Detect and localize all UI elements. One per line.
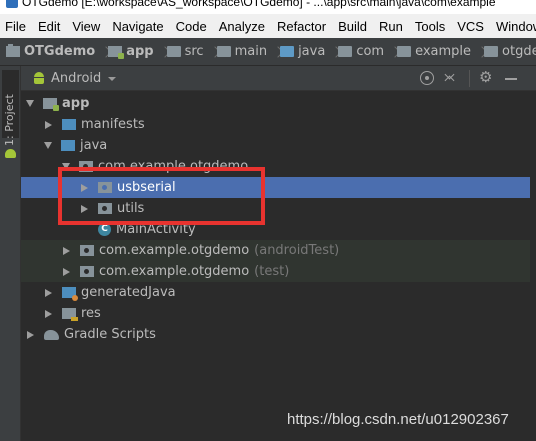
android-icon xyxy=(5,149,16,158)
tree-node-label: res xyxy=(81,306,101,321)
menu-build[interactable]: Build xyxy=(338,19,367,34)
title-bar: OTGdemo [E:\workspace\AS_workspace\OTGde… xyxy=(0,0,536,14)
tree-node-label: com.example.otgdemo xyxy=(99,264,250,279)
menu-vcs[interactable]: VCS xyxy=(457,19,484,34)
tree-node-label: com.example.otgdemo xyxy=(99,243,250,258)
tree-node-java[interactable]: java xyxy=(21,135,536,156)
breadcrumb-item-otgdemo[interactable]: OTGdemo xyxy=(6,44,95,59)
breadcrumb-item-main[interactable]: main xyxy=(216,44,268,59)
project-folder-icon xyxy=(6,44,20,57)
menu-analyze[interactable]: Analyze xyxy=(219,19,265,34)
menu-window[interactable]: Window xyxy=(496,19,536,34)
package-icon xyxy=(80,245,94,256)
breadcrumb-label: com xyxy=(356,44,385,59)
tree-node-label: generatedJava xyxy=(81,285,176,300)
folder-icon xyxy=(62,119,76,130)
menu-edit[interactable]: Edit xyxy=(38,19,60,34)
expand-arrow-icon[interactable] xyxy=(26,100,34,107)
collapse-arrow-icon[interactable] xyxy=(45,120,52,129)
breadcrumb-label: main xyxy=(234,44,268,59)
menu-tools[interactable]: Tools xyxy=(415,19,445,34)
breadcrumb-item-otgdemo-pkg[interactable]: otgdemo xyxy=(484,44,536,59)
tree-node-label: manifests xyxy=(81,117,145,132)
breadcrumb-label: otgdemo xyxy=(502,44,536,59)
tree-node-manifests[interactable]: manifests xyxy=(21,114,536,135)
project-tree: app manifests java com.example.otgdemo u… xyxy=(21,92,536,441)
scrollbar[interactable] xyxy=(530,92,536,441)
folder-icon xyxy=(166,46,181,57)
breadcrumb-label: example xyxy=(415,44,472,59)
tree-node-suffix: (androidTest) xyxy=(254,243,340,258)
tree-node-gradle-scripts[interactable]: Gradle Scripts xyxy=(21,324,536,345)
tree-node-label: app xyxy=(62,96,90,111)
collapse-arrow-icon[interactable] xyxy=(45,288,52,297)
project-panel-header: Android ⚙ xyxy=(21,66,536,91)
scroll-from-source-icon[interactable] xyxy=(420,71,434,85)
watermark: https://blog.csdn.net/u012902367 xyxy=(287,411,509,428)
menu-file[interactable]: File xyxy=(5,19,26,34)
android-icon xyxy=(33,72,45,84)
tree-node-res[interactable]: res xyxy=(21,303,536,324)
tree-node-suffix: (test) xyxy=(254,264,290,279)
folder-icon xyxy=(216,46,231,57)
tree-node-app[interactable]: app xyxy=(21,93,536,114)
breadcrumb-label: java xyxy=(298,44,326,59)
folder-icon xyxy=(61,140,75,151)
tree-node-generatedjava[interactable]: generatedJava xyxy=(21,282,536,303)
collapse-all-icon[interactable] xyxy=(444,71,458,85)
generated-folder-icon xyxy=(62,287,78,301)
menu-run[interactable]: Run xyxy=(379,19,403,34)
project-tab-label[interactable]: 1: Project xyxy=(3,94,16,146)
app-logo-icon xyxy=(6,0,18,8)
chevron-down-icon[interactable] xyxy=(108,77,116,81)
source-folder-icon xyxy=(280,46,295,57)
package-icon xyxy=(338,46,353,57)
breadcrumb: OTGdemo app src main java com example ot… xyxy=(0,38,536,66)
tree-node-label: java xyxy=(80,138,108,153)
breadcrumb-label: src xyxy=(184,44,204,59)
expand-arrow-icon[interactable] xyxy=(44,142,52,149)
tree-node-package-androidtest[interactable]: com.example.otgdemo (androidTest) xyxy=(21,240,536,261)
breadcrumb-item-app[interactable]: app xyxy=(108,44,154,59)
menu-view[interactable]: View xyxy=(72,19,100,34)
breadcrumb-item-src[interactable]: src xyxy=(166,44,204,59)
collapse-arrow-icon[interactable] xyxy=(63,267,70,276)
breadcrumb-item-example[interactable]: example xyxy=(397,44,471,59)
menu-code[interactable]: Code xyxy=(176,19,207,34)
window-title: OTGdemo [E:\workspace\AS_workspace\OTGde… xyxy=(22,0,496,9)
breadcrumb-label: OTGdemo xyxy=(24,44,96,59)
menu-navigate[interactable]: Navigate xyxy=(112,19,163,34)
package-icon xyxy=(484,46,499,57)
menu-refactor[interactable]: Refactor xyxy=(277,19,326,34)
package-icon xyxy=(397,46,412,57)
package-icon xyxy=(80,266,94,277)
tree-node-label: Gradle Scripts xyxy=(64,327,156,342)
tool-window-strip: 1: Project xyxy=(0,66,21,441)
divider xyxy=(469,70,470,87)
gear-icon[interactable]: ⚙ xyxy=(479,69,493,86)
tree-node-package-test[interactable]: com.example.otgdemo (test) xyxy=(21,261,536,282)
hide-panel-icon[interactable] xyxy=(504,71,518,85)
breadcrumb-item-java[interactable]: java xyxy=(280,44,325,59)
breadcrumb-label: app xyxy=(126,44,154,59)
highlight-box xyxy=(58,167,265,225)
menu-bar: File Edit View Navigate Code Analyze Ref… xyxy=(0,14,536,38)
module-folder-icon xyxy=(43,98,59,111)
collapse-arrow-icon[interactable] xyxy=(45,309,52,318)
collapse-arrow-icon[interactable] xyxy=(27,330,34,339)
resource-folder-icon xyxy=(62,308,78,321)
breadcrumb-item-com[interactable]: com xyxy=(338,44,384,59)
gradle-elephant-icon xyxy=(44,329,59,340)
module-folder-icon xyxy=(108,46,125,59)
collapse-arrow-icon[interactable] xyxy=(63,246,70,255)
view-selector[interactable]: Android xyxy=(51,71,101,86)
